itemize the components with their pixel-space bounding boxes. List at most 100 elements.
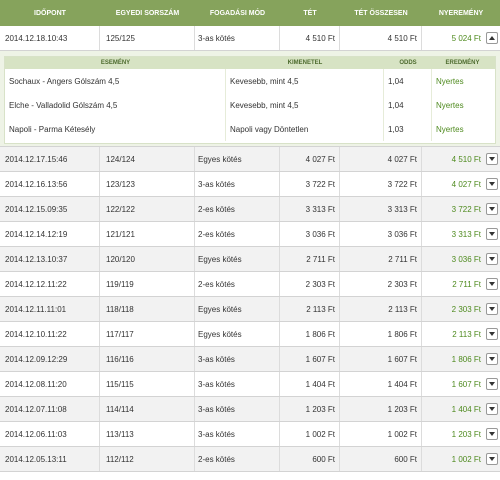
col-stake-header[interactable]: TÉT xyxy=(280,10,340,17)
row-serial: 125/125 xyxy=(100,26,195,50)
row-mode: Egyes kötés xyxy=(195,297,280,321)
chevron-down-icon xyxy=(489,457,495,461)
table-row[interactable]: 2014.12.16.13:56 123/123 3-as kötés 3 722 F… xyxy=(0,172,500,197)
row-total: 2 113 Ft xyxy=(340,297,422,321)
row-stake: 3 722 Ft xyxy=(280,172,340,196)
detail-outcome: Kevesebb, mint 4,5 xyxy=(226,93,384,117)
chevron-down-icon xyxy=(489,207,495,211)
expand-toggle[interactable] xyxy=(486,228,498,240)
row-win-cell: 2 113 Ft xyxy=(422,322,500,346)
col-mode-header[interactable]: FOGADÁSI MÓD xyxy=(195,10,280,17)
collapse-toggle[interactable] xyxy=(486,32,498,44)
expand-toggle[interactable] xyxy=(486,378,498,390)
row-serial: 115/115 xyxy=(100,372,195,396)
table-row[interactable]: 2014.12.08.11:20 115/115 3-as kötés 1 404 F… xyxy=(0,372,500,397)
detail-col-result: EREDMÉNY xyxy=(445,60,480,66)
col-total-header[interactable]: TÉT ÖSSZESEN xyxy=(340,10,422,17)
row-win: 4 510 Ft xyxy=(451,154,481,164)
row-win-cell: 2 303 Ft xyxy=(422,297,500,321)
expand-toggle[interactable] xyxy=(486,203,498,215)
row-win: 5 024 Ft xyxy=(451,33,481,43)
row-date: 2014.12.11.11:01 xyxy=(0,297,100,321)
row-win-cell: 3 036 Ft xyxy=(422,247,500,271)
col-date-header[interactable]: IDŐPONT xyxy=(0,10,100,17)
detail-event: Napoli - Parma Kétesély xyxy=(5,117,226,141)
row-date: 2014.12.18.10:43 xyxy=(0,26,100,50)
row-total: 2 303 Ft xyxy=(340,272,422,296)
detail-col-event: ESEMÉNY xyxy=(100,60,131,66)
table-row[interactable]: 2014.12.15.09:35 122/122 2-es kötés 3 313 F… xyxy=(0,197,500,222)
row-win-cell: 3 722 Ft xyxy=(422,197,500,221)
row-stake: 1 607 Ft xyxy=(280,347,340,371)
row-win-cell: 1 607 Ft xyxy=(422,372,500,396)
col-win-header[interactable]: NYEREMÉNY xyxy=(422,10,500,17)
row-win: 1 002 Ft xyxy=(451,454,481,464)
table-row[interactable]: 2014.12.09.12:29 116/116 3-as kötés 1 607 F… xyxy=(0,347,500,372)
detail-col-outcome: KIMENETEL xyxy=(287,60,323,66)
table-row[interactable]: 2014.12.07.11:08 114/114 3-as kötés 1 203 F… xyxy=(0,397,500,422)
chevron-down-icon xyxy=(489,157,495,161)
row-serial: 121/121 xyxy=(100,222,195,246)
row-date: 2014.12.08.11:20 xyxy=(0,372,100,396)
row-serial: 113/113 xyxy=(100,422,195,446)
row-serial: 114/114 xyxy=(100,397,195,421)
row-win: 3 313 Ft xyxy=(451,229,481,239)
detail-row: Elche - Valladolid Gólszám 4,5 Kevesebb,… xyxy=(5,93,495,117)
expand-toggle[interactable] xyxy=(486,403,498,415)
table-row[interactable]: 2014.12.13.10:37 120/120 Egyes kötés 2 711 … xyxy=(0,247,500,272)
row-mode: 2-es kötés xyxy=(195,197,280,221)
detail-outcome: Kevesebb, mint 4,5 xyxy=(226,69,384,93)
chevron-down-icon xyxy=(489,182,495,186)
expand-toggle[interactable] xyxy=(486,253,498,265)
row-stake: 1 002 Ft xyxy=(280,422,340,446)
row-stake: 3 036 Ft xyxy=(280,222,340,246)
row-total: 1 806 Ft xyxy=(340,322,422,346)
col-serial-header[interactable]: EGYEDI SORSZÁM xyxy=(100,10,195,17)
row-win: 1 203 Ft xyxy=(451,429,481,439)
expand-toggle[interactable] xyxy=(486,303,498,315)
expand-toggle[interactable] xyxy=(486,278,498,290)
expand-toggle[interactable] xyxy=(486,153,498,165)
row-mode: 3-as kötés xyxy=(195,347,280,371)
row-serial: 116/116 xyxy=(100,347,195,371)
row-serial: 118/118 xyxy=(100,297,195,321)
row-win: 3 722 Ft xyxy=(451,204,481,214)
row-total: 1 404 Ft xyxy=(340,372,422,396)
table-row[interactable]: 2014.12.10.11:22 117/117 Egyes kötés 1 806 … xyxy=(0,322,500,347)
row-total: 3 722 Ft xyxy=(340,172,422,196)
row-total: 1 203 Ft xyxy=(340,397,422,421)
chevron-down-icon xyxy=(489,282,495,286)
row-win: 1 607 Ft xyxy=(451,379,481,389)
table-row[interactable]: 2014.12.05.13:11 112/112 2-es kötés 600 Ft 6… xyxy=(0,447,500,472)
row-mode: Egyes kötés xyxy=(195,322,280,346)
expand-toggle[interactable] xyxy=(486,428,498,440)
table-row-expanded[interactable]: 2014.12.18.10:43 125/125 3-as kötés 4 51… xyxy=(0,26,500,51)
bet-rows: 2014.12.17.15:46 124/124 Egyes kötés 4 027 … xyxy=(0,147,500,472)
row-mode: 3-as kötés xyxy=(195,26,280,50)
chevron-down-icon xyxy=(489,357,495,361)
row-total: 3 313 Ft xyxy=(340,197,422,221)
row-serial: 124/124 xyxy=(100,147,195,171)
detail-result: Nyertes xyxy=(436,76,464,86)
bet-history-table: IDŐPONT EGYEDI SORSZÁM FOGADÁSI MÓD TÉT … xyxy=(0,0,500,480)
expand-toggle[interactable] xyxy=(486,328,498,340)
row-win-cell: 1 203 Ft xyxy=(422,422,500,446)
row-stake: 2 113 Ft xyxy=(280,297,340,321)
expand-toggle[interactable] xyxy=(486,453,498,465)
row-mode: 2-es kötés xyxy=(195,222,280,246)
detail-row: Napoli - Parma Kétesély Napoli vagy Dönt… xyxy=(5,117,495,141)
row-stake: 600 Ft xyxy=(280,447,340,471)
table-row[interactable]: 2014.12.11.11:01 118/118 Egyes kötés 2 113 … xyxy=(0,297,500,322)
table-row[interactable]: 2014.12.14.12:19 121/121 2-es kötés 3 036 F… xyxy=(0,222,500,247)
row-serial: 123/123 xyxy=(100,172,195,196)
row-stake: 4 027 Ft xyxy=(280,147,340,171)
detail-result: Nyertes xyxy=(436,100,464,110)
table-row[interactable]: 2014.12.12.11:22 119/119 2-es kötés 2 303 F… xyxy=(0,272,500,297)
expand-toggle[interactable] xyxy=(486,353,498,365)
bet-detail-panel: ESEMÉNY KIMENETEL ODDS EREDMÉNY Sochaux … xyxy=(0,51,500,147)
table-row[interactable]: 2014.12.17.15:46 124/124 Egyes kötés 4 027 … xyxy=(0,147,500,172)
row-serial: 112/112 xyxy=(100,447,195,471)
row-win-cell: 1 806 Ft xyxy=(422,347,500,371)
expand-toggle[interactable] xyxy=(486,178,498,190)
table-row[interactable]: 2014.12.06.11:03 113/113 3-as kötés 1 002 F… xyxy=(0,422,500,447)
